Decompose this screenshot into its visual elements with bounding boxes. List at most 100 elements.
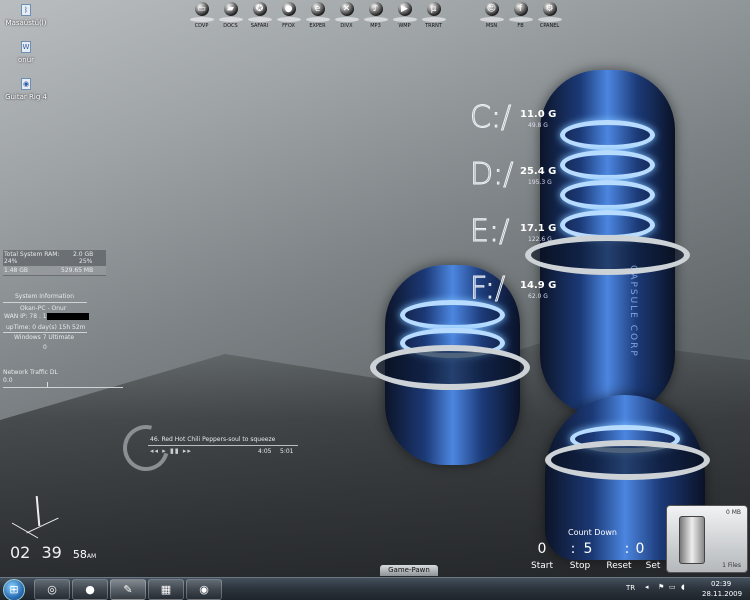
- dock-item-ffox[interactable]: ● FFOX: [274, 2, 303, 36]
- drive-row: F:/ 14.9 G 62.0 G: [469, 271, 570, 311]
- ram-widget: Total System RAM: 2.0 GB 24% 25% 1.48 GB…: [3, 250, 106, 276]
- recycle-files: 1 Files: [722, 562, 741, 569]
- taskbar-button-firefox-icon[interactable]: ●: [72, 579, 108, 600]
- dock-item-cpanel[interactable]: ⚙ CPANEL: [535, 2, 564, 36]
- track-elapsed: 4:05: [258, 448, 272, 455]
- dock-plate: [276, 17, 301, 22]
- ram-used: 1.48 GB: [4, 267, 29, 274]
- dock-plate: [537, 17, 562, 22]
- clock-hours: 02: [10, 543, 31, 562]
- dock-item-mp3[interactable]: ♪ MP3: [361, 2, 390, 36]
- dock-item-exper[interactable]: e EXPER: [303, 2, 332, 36]
- system-info-widget: System Information Okan-PC - Onur WAN IP…: [3, 292, 89, 354]
- dock-label: FB: [517, 23, 524, 29]
- taskbar-button-ie-icon[interactable]: ◎: [34, 579, 70, 600]
- countdown-sep: :: [570, 541, 576, 557]
- dock-item-msn[interactable]: ☺ MSN: [477, 2, 506, 36]
- drive-total: 195.3 G: [528, 179, 552, 186]
- countdown-reset-button[interactable]: Reset: [602, 561, 636, 571]
- drive-total: 62.0 G: [528, 293, 548, 300]
- game-pawn-tab[interactable]: Game-Pawn: [380, 565, 438, 576]
- sysinfo-os: Windows 7 Ultimate: [14, 334, 75, 341]
- media-seek-bar[interactable]: [148, 445, 298, 446]
- drive-row: D:/ 25.4 G 195.3 G: [469, 157, 570, 197]
- drive-free: 14.9 G: [520, 280, 557, 291]
- recycle-size: 0 MB: [725, 509, 741, 516]
- dock-item-docs[interactable]: ▰ DOCS: [216, 2, 245, 36]
- divx-icon: ✕: [339, 2, 354, 16]
- recycle-bin-widget[interactable]: 0 MB 1 Files: [666, 505, 748, 573]
- capsule-ring: [370, 345, 530, 390]
- network-tray-icon[interactable]: ▭: [669, 583, 676, 591]
- drive-letter: C:/: [469, 100, 512, 136]
- gear-icon: ⚙: [542, 2, 557, 16]
- dock-label: SAFARI: [250, 23, 269, 29]
- firefox-icon: ●: [85, 583, 95, 596]
- top-dock: ▭ CDVP ▰ DOCS ✪ SAFARI ● FFOX e EXPER ✕ DIVX ♪ MP3 ▶ WM…: [187, 2, 448, 36]
- desktop-icon-label: Guitar Rig 4: [5, 93, 47, 101]
- desktop-icon[interactable]: ◉ Guitar Rig 4: [4, 78, 48, 101]
- sysinfo-indicator: 0: [43, 344, 47, 351]
- top-dock-right: ☺ MSN f FB ⚙ CPANEL: [477, 2, 564, 36]
- countdown-sep: :: [624, 541, 630, 557]
- monitor-icon: ▭: [194, 2, 209, 16]
- taskbar-button-disc-icon[interactable]: ◉: [186, 579, 222, 600]
- dock-label: CPANEL: [539, 23, 560, 29]
- network-widget: Network Traffic DL 0.0: [3, 369, 123, 389]
- divider: [3, 332, 87, 333]
- tray-arrow-icon[interactable]: ◂: [645, 583, 649, 591]
- track-total: 5:01: [280, 448, 294, 455]
- bluetooth-icon: ᛒ: [21, 4, 31, 16]
- ram-pct-right: 25%: [79, 258, 93, 265]
- dock-item-divx[interactable]: ✕ DIVX: [332, 2, 361, 36]
- countdown-set-button[interactable]: Set: [642, 561, 664, 571]
- countdown-minutes: 5: [583, 541, 593, 557]
- messenger-icon: ▦: [160, 583, 172, 596]
- dock-plate: [218, 17, 243, 22]
- dock-item-fb[interactable]: f FB: [506, 2, 535, 36]
- taskbar-button-app-icon[interactable]: ✎: [110, 579, 146, 600]
- dock-label: MSN: [485, 23, 498, 29]
- countdown-seconds: 0: [635, 541, 645, 557]
- media-controls[interactable]: ◂◂ ▸ ▮▮ ▸▸: [150, 447, 192, 455]
- language-indicator[interactable]: TR: [626, 584, 635, 592]
- desktop-icon-label: onur: [17, 56, 35, 64]
- taskbar-date[interactable]: 28.11.2009: [702, 590, 742, 598]
- msn-icon: ☺: [484, 2, 499, 16]
- dock-plate: [363, 17, 388, 22]
- dock-label: DIVX: [340, 23, 353, 29]
- taskbar-time[interactable]: 02:39: [711, 580, 731, 588]
- clock-seconds: 58: [72, 548, 87, 561]
- dock-plate: [334, 17, 359, 22]
- digital-clock: 02 39 58AM: [10, 543, 100, 565]
- flag-icon[interactable]: ⚑: [658, 583, 664, 591]
- network-graph-baseline: [3, 387, 123, 388]
- drive-free: 17.1 G: [520, 223, 557, 234]
- dock-item-safari[interactable]: ✪ SAFARI: [245, 2, 274, 36]
- ie-icon: e: [310, 2, 325, 16]
- document-icon: W: [21, 41, 31, 53]
- clock-ampm: AM: [86, 553, 97, 560]
- taskbar-button-messenger-icon[interactable]: ▦: [148, 579, 184, 600]
- media-player: 46. Red Hot Chili Peppers-soul to squeez…: [148, 436, 298, 458]
- countdown-widget: Count Down 0 : 5 : 0 Start Stop Reset Se…: [528, 528, 668, 574]
- ie-icon: ◎: [47, 583, 57, 596]
- dock-item-wmp[interactable]: ▶ WMP: [390, 2, 419, 36]
- desktop-icon[interactable]: Wonur: [4, 41, 48, 64]
- countdown-stop-button[interactable]: Stop: [566, 561, 594, 571]
- sysinfo-title: System Information: [15, 293, 75, 300]
- desktop-icon[interactable]: ᛒ Masaüstü(l): [4, 4, 48, 27]
- countdown-start-button[interactable]: Start: [528, 561, 556, 571]
- dock-label: CDVP: [194, 23, 209, 29]
- countdown-title: Count Down: [568, 528, 617, 537]
- drive-row: E:/ 17.1 G 122.6 G: [469, 214, 570, 254]
- start-button[interactable]: ⊞: [3, 579, 25, 600]
- ram-free: 529.65 MB: [61, 267, 94, 274]
- sysinfo-host: Okan-PC - Onur: [20, 305, 67, 312]
- dock-item-cdvp[interactable]: ▭ CDVP: [187, 2, 216, 36]
- play-icon: ▶: [397, 2, 412, 16]
- drive-free: 11.0 G: [520, 109, 557, 120]
- volume-icon[interactable]: ◖: [681, 583, 685, 591]
- desktop-icons: ᛒ Masaüstü(l) Wonur ◉ Guitar Rig 4: [4, 4, 52, 115]
- dock-item-trrnt[interactable]: µ TRRNT: [419, 2, 448, 36]
